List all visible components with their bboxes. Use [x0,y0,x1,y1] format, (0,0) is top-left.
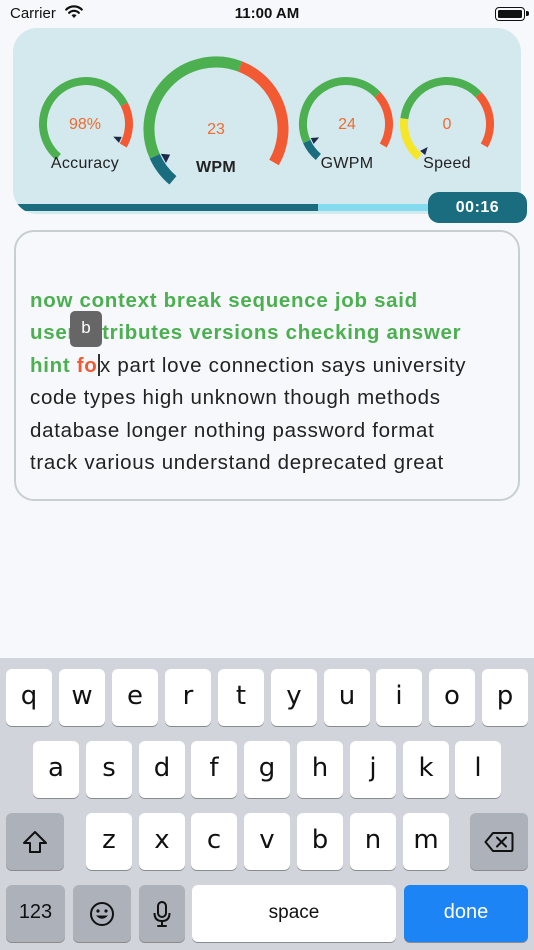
key-o[interactable]: o [429,669,475,726]
typed-line: now context break sequence job said [30,289,418,312]
accuracy-value: 98% [68,116,102,133]
speed-value: 0 [442,116,452,133]
key-y[interactable]: y [271,669,317,726]
wpm-label: WPM [195,159,236,176]
timer-badge: 00:16 [428,192,527,223]
key-h[interactable]: h [297,741,343,798]
pending-line: code types high unknown though methods [30,386,441,410]
key-m[interactable]: m [403,813,449,870]
key-u[interactable]: u [324,669,370,726]
key-z[interactable]: z [86,813,132,870]
status-bar: Carrier 11:00 AM [0,0,534,28]
key-d[interactable]: d [139,741,185,798]
key-c[interactable]: c [191,813,237,870]
done-key[interactable]: done [404,885,528,942]
key-x[interactable]: x [139,813,185,870]
accuracy-label: Accuracy [50,155,120,172]
stats-panel: 98% Accuracy 23 WPM 24 GWPM 0 Speed [13,28,521,214]
key-r[interactable]: r [165,669,211,726]
key-t[interactable]: t [218,669,264,726]
wpm-gauge-band [143,56,243,159]
pending-line: track various understand deprecated grea… [30,450,444,474]
microphone-icon [153,900,171,927]
gwpm-value: 24 [338,116,356,133]
key-p[interactable]: p [482,669,528,726]
gwpm-gauge-needle [310,137,320,144]
pending-line: database longer nothing password format [30,418,435,442]
key-preview-popup: b [70,311,102,347]
key-n[interactable]: n [350,813,396,870]
emoji-icon [90,901,114,926]
battery-icon [495,7,529,21]
backspace-key[interactable] [470,813,528,870]
key-l[interactable]: l [455,741,501,798]
progress-bar-fill [13,204,318,211]
wpm-value: 23 [207,121,225,138]
key-w[interactable]: w [59,669,105,726]
key-a[interactable]: a [33,741,79,798]
error-segment: fo [76,353,98,377]
key-s[interactable]: s [86,741,132,798]
key-v[interactable]: v [244,813,290,870]
wpm-gauge-band [238,61,289,166]
gwpm-label: GWPM [320,155,374,172]
emoji-key[interactable] [73,885,131,942]
typing-text-area[interactable]: now context break sequence job said user… [14,230,520,501]
current-line: hint fo x part love connection says unive… [30,350,516,382]
shift-key[interactable] [6,813,64,870]
shift-icon [23,830,47,853]
speed-label: Speed [423,155,471,172]
dictation-key[interactable] [139,885,185,942]
key-e[interactable]: e [112,669,158,726]
key-b[interactable]: b [297,813,343,870]
pending-segment: x part love connection says university [100,353,467,377]
key-k[interactable]: k [403,741,449,798]
key-f[interactable]: f [191,741,237,798]
space-key[interactable]: space [192,885,396,942]
key-i[interactable]: i [376,669,422,726]
clock: 11:00 AM [234,5,300,22]
numbers-key[interactable]: 123 [6,885,65,942]
key-g[interactable]: g [244,741,290,798]
backspace-icon [484,831,514,852]
speed-gauge-band [400,77,482,120]
key-j[interactable]: j [350,741,396,798]
key-q[interactable]: q [6,669,52,726]
accuracy-gauge-needle [113,136,122,143]
keyboard: q w e r t y u i o p a s d f g h j k l z … [0,658,534,950]
typed-line: user attributes versions checking answer [30,321,462,345]
typed-segment: hint [30,353,77,377]
